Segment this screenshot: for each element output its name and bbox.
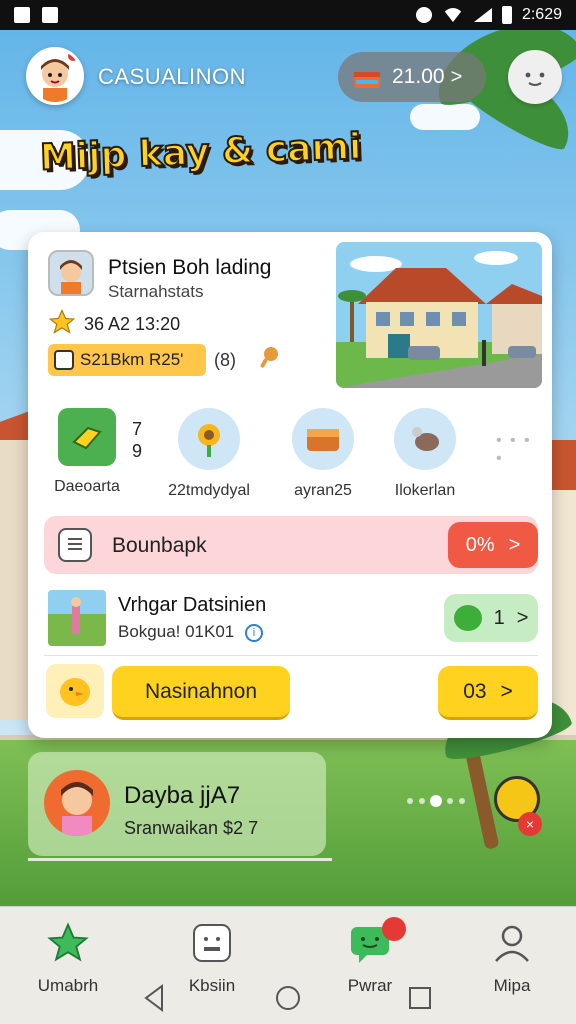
task-label: Bounbapk <box>112 534 207 557</box>
secondary-action-button[interactable]: 03 > <box>438 666 538 720</box>
more-dots-icon[interactable]: • • • • <box>496 432 542 468</box>
battery-icon <box>501 6 512 24</box>
close-badge-icon[interactable]: × <box>518 812 542 836</box>
friend-avatar <box>44 770 110 836</box>
drumstick-icon <box>260 347 278 368</box>
category-label: Daeoarta <box>54 478 120 495</box>
notification-badge <box>382 917 406 941</box>
primary-action-button[interactable]: Nasinahnon <box>112 666 290 720</box>
category-counts: 7 9 <box>132 418 142 462</box>
star-icon <box>47 922 89 962</box>
friend-subtitle: Sranwaikan $2 7 <box>124 818 259 838</box>
friend-title: Dayba jjA7 <box>124 782 241 809</box>
info-icon[interactable]: i <box>245 623 263 642</box>
chevron-right-icon: > <box>500 679 513 703</box>
coin-balance-button[interactable]: 21.00 > <box>338 52 486 102</box>
box-face-icon <box>193 924 231 962</box>
document-icon <box>58 528 92 562</box>
progress-value: 0% <box>465 533 495 556</box>
house-photo[interactable] <box>336 242 542 388</box>
category-icons-row: Daeoarta 7 9 22tmdydyal ayran25 Ilokerla… <box>42 408 542 508</box>
user-avatar[interactable] <box>26 47 84 105</box>
status-time: 2:629 <box>521 6 562 23</box>
reward-value: 1 <box>493 606 505 629</box>
news-title: Vrhgar Datsinien <box>118 594 267 616</box>
wifi-icon <box>441 8 464 22</box>
action-value: 03 <box>463 679 487 703</box>
house-illustration <box>336 242 542 388</box>
signal-icon <box>473 8 492 22</box>
category-item[interactable]: 22tmdydyal <box>164 408 254 500</box>
category-label: ayran25 <box>294 482 352 499</box>
system-navigation <box>144 984 431 1012</box>
settings-icon <box>415 7 432 23</box>
profile-thumbnail[interactable] <box>48 250 94 296</box>
status-bar: 2:629 <box>0 0 576 30</box>
progress-pill-button[interactable]: 0% > <box>448 522 538 568</box>
category-item[interactable]: Daeoarta <box>42 408 132 496</box>
friend-card[interactable]: Dayba jjA7 Sranwaikan $2 7 <box>28 752 326 856</box>
home-icon[interactable] <box>276 986 300 1010</box>
avatar-face-icon <box>29 50 81 102</box>
chevron-right-icon: > <box>450 65 463 88</box>
back-icon[interactable] <box>144 984 163 1012</box>
person-icon <box>495 925 529 962</box>
cloud <box>410 104 480 130</box>
treasure-chest-icon <box>354 72 380 88</box>
recents-icon[interactable] <box>409 987 431 1009</box>
notification-icon <box>14 7 30 23</box>
chevron-right-icon: > <box>516 606 529 629</box>
news-thumbnail <box>48 590 106 646</box>
count-bottom: 9 <box>132 441 143 461</box>
category-label: 22tmdydyal <box>168 482 250 499</box>
profile-stat: 36 A2 13:20 <box>84 314 181 334</box>
character-icon <box>60 260 82 294</box>
profile-subtitle: Starnahstats <box>108 282 204 301</box>
page-indicator <box>407 795 465 807</box>
wallet-icon <box>292 408 354 470</box>
smiley-face-icon <box>525 72 545 86</box>
news-row[interactable]: Vrhgar Datsinien Bokgua! 01K01 i 1 > <box>44 586 538 656</box>
chick-icon[interactable] <box>46 664 104 718</box>
tools-icon <box>394 408 456 470</box>
category-item[interactable]: Ilokerlan <box>380 408 470 500</box>
coin-value: 21.00 <box>392 65 445 88</box>
badge-text: S21Bkm R25' <box>80 350 184 369</box>
count-top: 7 <box>132 419 143 439</box>
currency-badge[interactable]: S21Bkm R25' <box>48 344 206 376</box>
action-row: Nasinahnon 03 > <box>44 662 538 722</box>
category-item[interactable]: ayran25 <box>278 408 368 500</box>
square-icon <box>54 350 74 370</box>
news-subtitle-text: Bokgua! 01K01 <box>118 622 235 641</box>
reward-pill-button[interactable]: 1 > <box>444 594 538 642</box>
category-label: Ilokerlan <box>394 482 456 499</box>
face-menu-button[interactable] <box>508 50 562 104</box>
task-row-pink[interactable]: Bounbapk 0% > <box>44 516 538 574</box>
app-name: CASUALINON <box>98 64 247 89</box>
star-icon <box>48 308 76 334</box>
sim-icon <box>42 7 58 23</box>
chevron-right-icon: > <box>508 533 521 556</box>
leaf-icon <box>453 605 482 631</box>
news-subtitle: Bokgua! 01K01 i <box>118 622 263 642</box>
extra-count: (8) <box>214 350 236 370</box>
profile-name: Ptsien Boh lading <box>108 256 272 279</box>
main-card: Ptsien Boh lading Starnahstats 36 A2 13:… <box>28 232 552 738</box>
divider <box>28 858 332 861</box>
house-right <box>548 460 576 740</box>
ticket-icon <box>58 408 116 466</box>
sunflower-icon <box>178 408 240 470</box>
